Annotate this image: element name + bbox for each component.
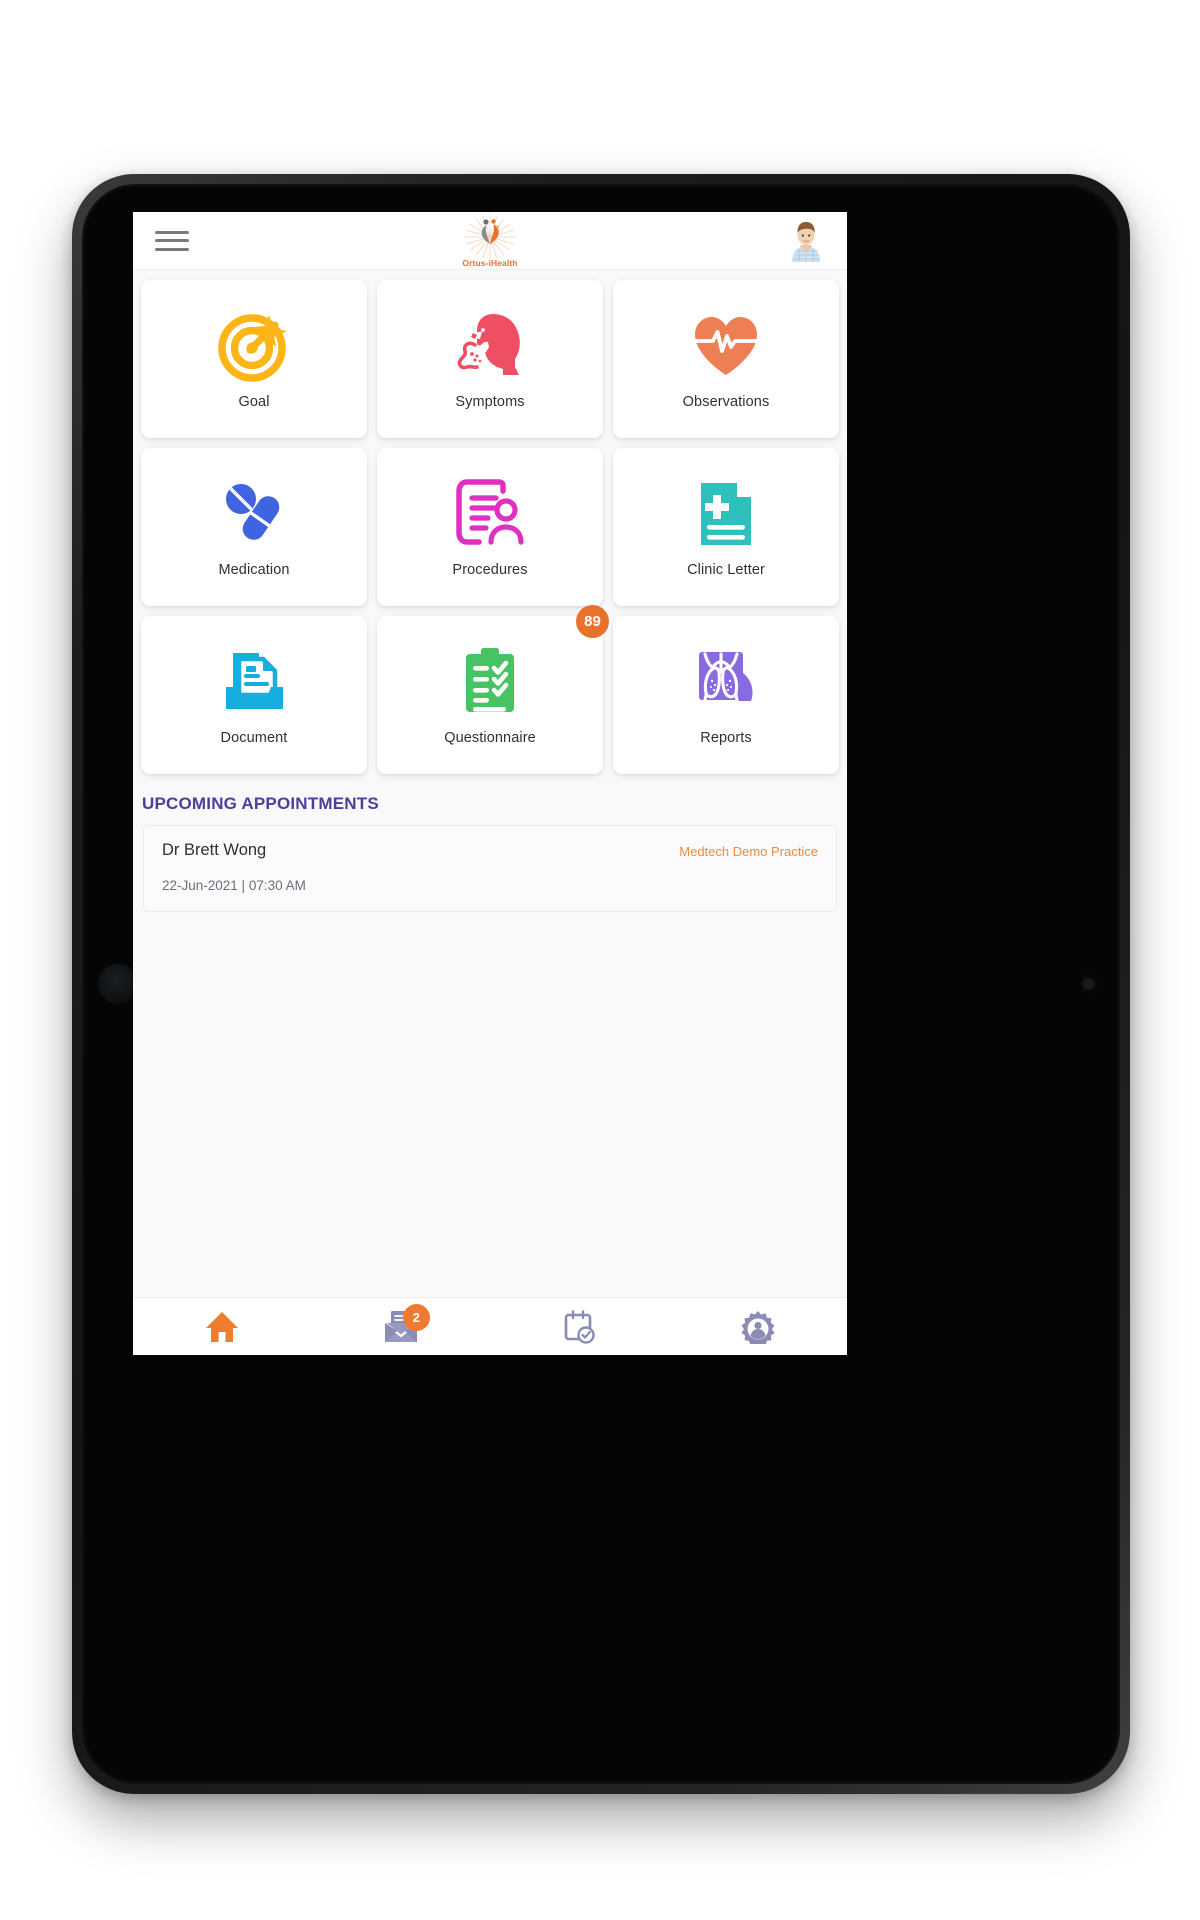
home-icon [206,1311,239,1342]
app-bar: Ortus-iHealth [133,212,847,270]
app-screen: Ortus-iHealth Goal Symptoms Observations… [133,212,847,1355]
patient-avatar-icon[interactable] [787,220,825,262]
ortus-ihealth-logo-icon[interactable]: Ortus-iHealth [447,213,533,269]
logo-mark-icon [464,214,516,259]
pills-capsule-icon [217,476,291,552]
tile-goal[interactable]: Goal [141,280,367,438]
heart-pulse-icon [689,308,763,384]
appointments-heading: UPCOMING APPOINTMENTS [142,794,379,813]
avatar-illustration [792,221,820,262]
gear-user-icon [741,1310,775,1344]
front-camera-icon [1083,978,1094,990]
nav-item-messages[interactable]: 2 [312,1298,491,1355]
tile-questionnaire[interactable]: 89 Questionnaire [377,605,609,774]
tile-reports[interactable]: Reports [613,616,839,774]
tile-procedures[interactable]: Procedures [377,448,603,606]
tile-label: Document [220,730,288,746]
hamburger-line [155,247,189,251]
nav-item-settings[interactable] [669,1298,848,1355]
chest-xray-lungs-icon [689,644,763,720]
clipboard-checklist-icon [453,644,527,720]
nav-item-home[interactable] [133,1298,312,1355]
document-person-icon [453,476,527,552]
logo-wordmark: Ortus-iHealth [462,257,518,268]
tile-label: Symptoms [455,394,525,410]
hamburger-line [155,230,189,234]
appointment-practice-name: Medtech Demo Practice [679,844,818,859]
appointment-doctor-name: Dr Brett Wong [162,841,267,859]
messages-count-badge: 2 [402,1304,430,1331]
hamburger-line [155,239,189,242]
upcoming-appointments-section: UPCOMING APPOINTMENTS Dr Brett Wong Medt… [133,782,847,1297]
feature-tile-grid: Goal Symptoms Observations Medication Pr… [133,270,847,782]
coughing-person-icon [453,308,527,384]
document-tray-icon [217,644,291,720]
hamburger-menu-icon[interactable] [155,228,189,254]
tile-label: Goal [238,394,270,410]
tile-label: Medication [218,562,290,578]
appointment-list-item[interactable]: Dr Brett Wong Medtech Demo Practice 22-J… [143,825,837,912]
tile-label: Reports [700,730,752,746]
tile-label: Clinic Letter [687,562,765,578]
tile-document[interactable]: Document [141,616,367,774]
tile-observations[interactable]: Observations [613,280,839,438]
questionnaire-count-badge: 89 [576,605,609,638]
device-stage: Ortus-iHealth Goal Symptoms Observations… [0,0,1200,1920]
nav-item-calendar[interactable] [490,1298,669,1355]
tile-label: Procedures [452,562,528,578]
appointment-top-row: Dr Brett Wong Medtech Demo Practice [162,841,818,860]
tile-medication[interactable]: Medication [141,448,367,606]
tile-symptoms[interactable]: Symptoms [377,280,603,438]
medical-letter-icon [689,476,763,552]
tile-label: Observations [682,394,770,410]
bottom-navigation-bar: 2 [133,1297,847,1355]
tile-clinic-letter[interactable]: Clinic Letter [613,448,839,606]
calendar-check-icon [564,1309,595,1344]
home-sensor-icon [98,964,138,1004]
tile-label: Questionnaire [444,730,536,746]
target-goal-icon [217,308,291,384]
appointment-datetime: 22-Jun-2021 | 07:30 AM [162,878,306,893]
